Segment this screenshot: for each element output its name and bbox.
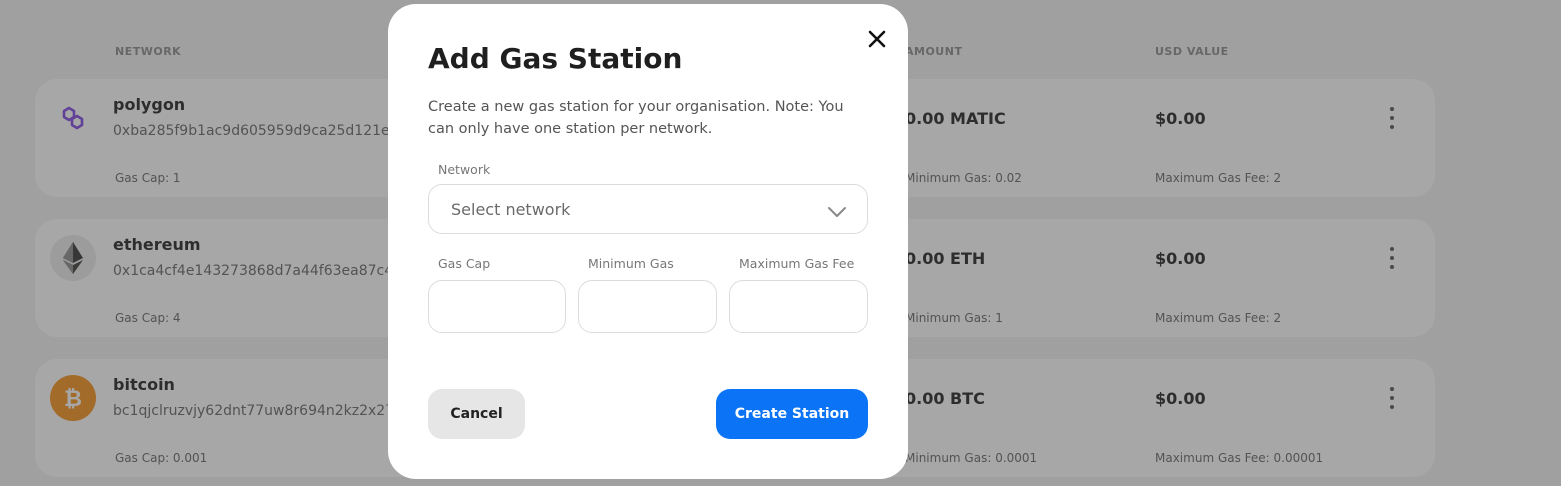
network-select-value: Select network [451,200,571,219]
cancel-button[interactable]: Cancel [428,389,525,439]
network-label: Network [438,162,491,177]
maximum-gas-fee-input[interactable] [729,280,868,333]
minimum-gas-label: Minimum Gas [588,256,674,271]
dialog-description: Create a new gas station for your organi… [428,99,844,137]
create-station-button[interactable]: Create Station [716,389,868,439]
dialog-title: Add Gas Station [428,42,683,75]
maximum-gas-fee-label: Maximum Gas Fee [739,256,855,271]
minimum-gas-input[interactable] [578,280,717,333]
gas-cap-label: Gas Cap [438,256,491,271]
gas-cap-input[interactable] [428,280,566,333]
network-select[interactable]: Select network [428,184,868,234]
add-gas-station-dialog: Add Gas Station Create a new gas station… [388,4,908,479]
close-icon[interactable] [866,28,888,50]
chevron-down-icon [827,203,847,217]
